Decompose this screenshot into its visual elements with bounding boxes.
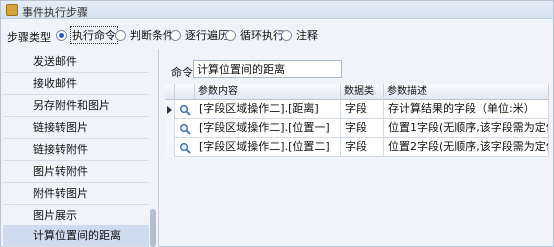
table-row[interactable]: [字段区域操作二].[位置二] 字段 位置2字段(无顺序,该字段需为定位字段) — [165, 138, 549, 157]
magnifier-icon[interactable] — [179, 142, 191, 154]
list-item[interactable]: 图片展示 — [3, 205, 149, 227]
header-data-type[interactable]: 数据类型 — [341, 84, 384, 112]
row-indicator — [165, 138, 175, 157]
radio-label: 判断条件 — [130, 29, 174, 42]
event-step-window: 事件执行步骤 步骤类型 执行命令 判断条件 逐行遍历 循环执行 注释 发送邮件 … — [0, 0, 554, 247]
list-item[interactable]: 附件转图片 — [3, 183, 149, 205]
command-input[interactable] — [193, 60, 342, 78]
radio-comment[interactable]: 注释 — [281, 27, 319, 43]
param-desc-cell: 位置1字段(无顺序,该字段需为定位字段) — [384, 119, 549, 138]
list-scrollbar[interactable] — [150, 209, 156, 247]
header-action — [175, 84, 195, 100]
data-type-cell[interactable]: 字段 — [341, 100, 384, 119]
magnifier-icon[interactable] — [179, 123, 191, 135]
param-content-cell[interactable]: [字段区域操作二].[距离] — [195, 100, 341, 119]
command-list: 发送邮件 接收邮件 另存附件和图片 链接转图片 链接转附件 图片转附件 附件转图… — [3, 49, 159, 247]
list-item[interactable]: 图片转附件 — [3, 161, 149, 183]
radio-label: 循环执行 — [240, 29, 284, 42]
radio-dot[interactable] — [56, 29, 67, 41]
list-item[interactable]: 另存附件和图片 — [3, 95, 149, 117]
magnifier-icon[interactable] — [179, 104, 191, 116]
row-indicator — [165, 119, 175, 138]
list-item-selected[interactable]: 计算位置间的距离 — [3, 225, 149, 247]
app-icon — [6, 4, 18, 16]
table-row[interactable]: [字段区域操作二].[位置一] 字段 位置1字段(无顺序,该字段需为定位字段) — [165, 119, 549, 138]
radio-label: 逐行遍历 — [185, 29, 229, 42]
row-indicator — [165, 100, 175, 119]
step-type-label: 步骤类型 — [7, 31, 51, 44]
window-title: 事件执行步骤 — [22, 6, 88, 19]
radio-condition[interactable]: 判断条件 — [115, 27, 175, 43]
grid-header: 参数内容 数据类型 参数描述 — [165, 84, 549, 112]
list-item[interactable]: 链接转图片 — [3, 117, 149, 139]
header-indicator — [165, 84, 175, 100]
radio-dot[interactable] — [115, 29, 126, 41]
list-item[interactable]: 接收邮件 — [3, 73, 149, 95]
header-param-desc[interactable]: 参数描述 — [384, 84, 549, 100]
param-content-cell[interactable]: [字段区域操作二].[位置一] — [195, 119, 341, 138]
table-row[interactable]: [字段区域操作二].[距离] 字段 存计算结果的字段（单位:米） — [165, 100, 549, 119]
header-param-content[interactable]: 参数内容 — [195, 84, 341, 100]
param-desc-cell: 位置2字段(无顺序,该字段需为定位字段) — [384, 138, 549, 157]
param-desc-cell: 存计算结果的字段（单位:米） — [384, 100, 549, 119]
data-type-cell[interactable]: 字段 — [341, 138, 384, 157]
radio-row-iterate[interactable]: 逐行遍历 — [170, 27, 230, 43]
radio-label: 执行命令 — [70, 26, 118, 44]
title-bar: 事件执行步骤 — [1, 1, 553, 19]
data-type-cell[interactable]: 字段 — [341, 119, 384, 138]
radio-execute-command[interactable]: 执行命令 — [56, 26, 118, 44]
radio-dot[interactable] — [225, 29, 236, 41]
list-item[interactable]: 链接转附件 — [3, 139, 149, 161]
radio-dot[interactable] — [281, 29, 292, 41]
param-content-cell[interactable]: [字段区域操作二].[位置二] — [195, 138, 341, 157]
parameter-grid: 参数内容 数据类型 参数描述 [字段区域操作二].[距离] 字段 存计算结果的字… — [165, 84, 549, 244]
radio-dot[interactable] — [170, 29, 181, 41]
list-item[interactable]: 发送邮件 — [3, 51, 149, 73]
radio-loop[interactable]: 循环执行 — [225, 27, 285, 43]
current-row-arrow-icon — [167, 106, 172, 114]
radio-label: 注释 — [296, 29, 318, 42]
step-type-row: 步骤类型 执行命令 判断条件 逐行遍历 循环执行 注释 — [1, 23, 553, 45]
command-label: 命令 — [171, 66, 193, 79]
